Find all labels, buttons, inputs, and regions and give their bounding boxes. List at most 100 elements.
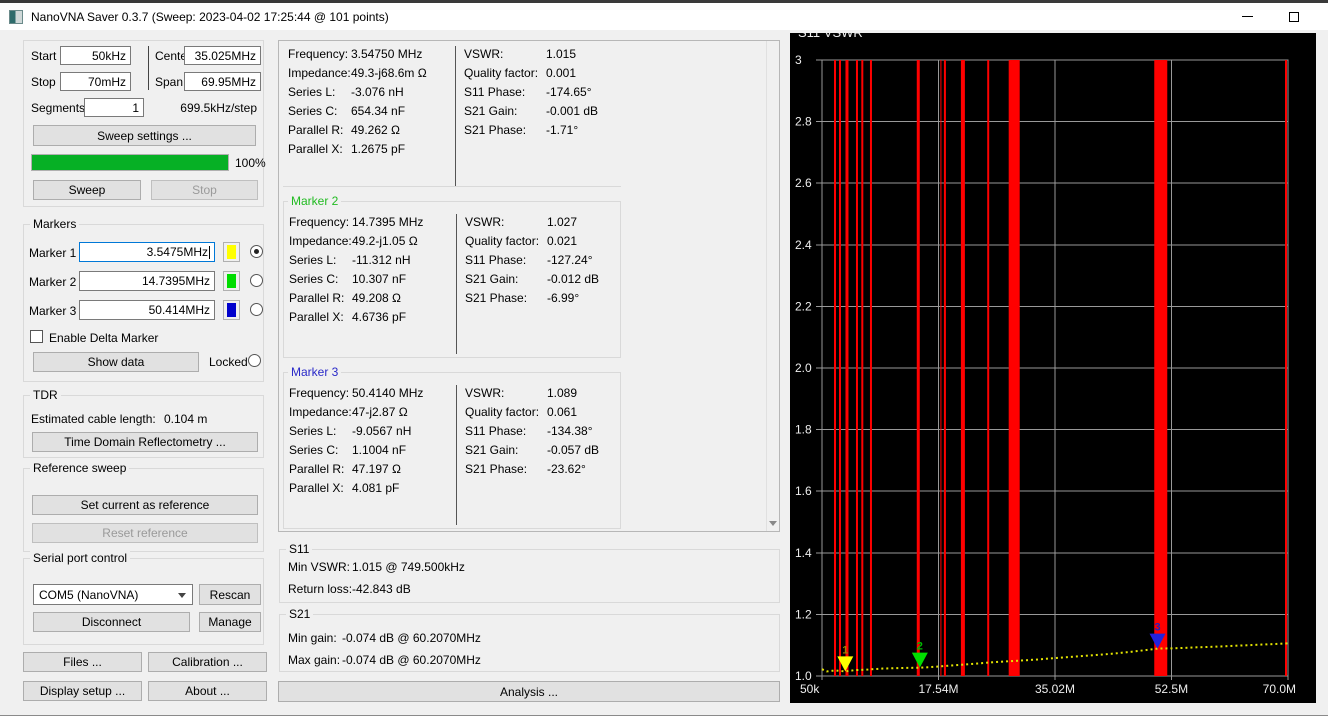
scrollbar-down-button[interactable]: [767, 515, 779, 531]
tdr-group-title: TDR: [30, 388, 61, 402]
y-tick-label: 3: [795, 53, 802, 67]
field-value: -9.0567 nH: [352, 424, 411, 438]
analysis-button[interactable]: Analysis ...: [278, 681, 780, 702]
reference-bar: [845, 60, 848, 676]
reference-bar: [834, 60, 836, 676]
min-vswr-value: 1.015 @ 749.500kHz: [352, 560, 465, 574]
marker-field-row: VSWR:1.015: [464, 46, 598, 65]
chart-marker-2[interactable]: [912, 653, 928, 668]
marker1-color-swatch[interactable]: [223, 242, 240, 262]
stop-value: 70mHz: [88, 75, 126, 89]
min-gain-value: -0.074 dB @ 60.2070MHz: [342, 631, 481, 645]
start-input[interactable]: 50kHz: [60, 46, 131, 65]
marker-field-row: Quality factor:0.021: [465, 233, 599, 252]
marker-field-row: Parallel R:49.262 Ω: [288, 122, 455, 141]
marker-field-row: Series C:1.1004 nF: [289, 442, 456, 461]
marker2-radio[interactable]: [250, 274, 263, 287]
x-tick-label: 52.5M: [1155, 682, 1188, 696]
locked-radio[interactable]: [248, 354, 261, 367]
markers-group-title: Markers: [30, 217, 79, 231]
s21-group-title: S21: [286, 607, 313, 621]
field-value: 0.001: [546, 66, 576, 80]
marker-field-row: Parallel R:49.208 Ω: [289, 290, 456, 309]
marker-field-row: Parallel X:4.081 pF: [289, 480, 456, 499]
tdr-button[interactable]: Time Domain Reflectometry ...: [32, 432, 258, 452]
marker3-input[interactable]: 50.414MHz: [79, 300, 215, 320]
s11-vswr-chart[interactable]: S11 VSWR32.82.62.42.22.01.81.61.41.21.05…: [790, 33, 1316, 703]
field-label: Parallel X:: [289, 480, 352, 496]
field-value: 49.3-j68.6m Ω: [351, 66, 427, 80]
disconnect-button[interactable]: Disconnect: [33, 612, 190, 632]
field-value: 1.2675 pF: [351, 142, 405, 156]
marker-detail-panel-2: Marker 2Frequency:14.7395 MHzImpedance:4…: [283, 201, 621, 358]
set-reference-button[interactable]: Set current as reference: [32, 495, 258, 515]
reset-reference-button[interactable]: Reset reference: [32, 523, 258, 543]
marker-field-row: Series L:-3.076 nH: [288, 84, 455, 103]
y-tick-label: 1.4: [795, 546, 812, 560]
marker1-value: 3.5475MHz: [147, 245, 208, 259]
chart-canvas[interactable]: S11 VSWR32.82.62.42.22.01.81.61.41.21.05…: [790, 33, 1316, 703]
min-gain-label: Min gain:: [288, 631, 337, 645]
marker-field-row: VSWR:1.027: [465, 214, 599, 233]
reference-bar: [940, 60, 941, 676]
serial-port-group: Serial port control COM5 (NanoVNA) Resca…: [23, 558, 264, 645]
enable-delta-marker-label: Enable Delta Marker: [49, 331, 158, 345]
marker-field-row: Series L:-9.0567 nH: [289, 423, 456, 442]
marker3-radio[interactable]: [250, 303, 263, 316]
marker-field-row: Frequency:50.4140 MHz: [289, 385, 456, 404]
s11-summary-group: S11 Min VSWR: 1.015 @ 749.500kHz Return …: [279, 549, 780, 603]
stop-label: Stop: [31, 75, 56, 89]
stop-button[interactable]: Stop: [151, 180, 258, 200]
marker2-input[interactable]: 14.7395MHz: [79, 271, 215, 291]
start-label: Start: [31, 49, 56, 63]
marker2-color-swatch[interactable]: [223, 271, 240, 291]
marker-detail-panel-3: Marker 3Frequency:50.4140 MHzImpedance:4…: [283, 372, 621, 529]
y-tick-label: 2.8: [795, 115, 812, 129]
show-data-button[interactable]: Show data: [33, 352, 199, 372]
field-label: VSWR:: [464, 46, 546, 62]
marker-field-row: S11 Phase:-134.38°: [465, 423, 599, 442]
field-value: 654.34 nF: [351, 104, 405, 118]
field-label: VSWR:: [465, 214, 547, 230]
field-value: -11.312 nH: [352, 253, 410, 267]
rescan-button[interactable]: Rescan: [199, 584, 261, 605]
marker3-value: 50.414MHz: [149, 303, 210, 317]
stop-input[interactable]: 70mHz: [60, 72, 131, 91]
marker1-radio[interactable]: [250, 245, 263, 258]
marker2-color: [227, 274, 236, 288]
field-value: 47.197 Ω: [352, 462, 401, 476]
marker-field-row: Series C:654.34 nF: [288, 103, 455, 122]
segments-input[interactable]: 1: [84, 98, 144, 117]
maximize-button[interactable]: [1271, 3, 1316, 30]
max-gain-label: Max gain:: [288, 653, 340, 667]
reference-bar: [856, 60, 858, 676]
about-button[interactable]: About ...: [148, 681, 267, 701]
files-button[interactable]: Files ...: [23, 652, 142, 672]
marker-field-row: S21 Phase:-6.99°: [465, 290, 599, 309]
sweep-settings-button[interactable]: Sweep settings ...: [33, 125, 256, 146]
marker1-input[interactable]: 3.5475MHz: [79, 242, 215, 262]
calibration-button[interactable]: Calibration ...: [148, 652, 267, 672]
y-tick-label: 2.2: [795, 299, 812, 313]
reference-bar: [839, 60, 841, 676]
center-input[interactable]: 35.025MHz: [184, 46, 261, 65]
span-input[interactable]: 69.95MHz: [184, 72, 261, 91]
field-label: Frequency:: [289, 214, 352, 230]
field-label: Impedance:: [289, 404, 352, 420]
minimize-button[interactable]: [1225, 3, 1270, 30]
titlebar: NanoVNA Saver 0.3.7 (Sweep: 2023-04-02 1…: [0, 3, 1328, 30]
enable-delta-marker-checkbox[interactable]: [30, 330, 43, 343]
marker3-color-swatch[interactable]: [223, 300, 240, 320]
sweep-button[interactable]: Sweep: [33, 180, 141, 200]
serial-port-select[interactable]: COM5 (NanoVNA): [33, 584, 193, 605]
segments-value: 1: [132, 101, 139, 115]
field-value: 49.262 Ω: [351, 123, 400, 137]
y-tick-label: 1.6: [795, 484, 812, 498]
segments-label: Segments: [31, 101, 85, 115]
marker3-color: [227, 303, 236, 317]
marker-field-row: Impedance:49.2-j1.05 Ω: [289, 233, 456, 252]
display-setup-button[interactable]: Display setup ...: [23, 681, 142, 701]
manage-button[interactable]: Manage: [199, 612, 261, 632]
vertical-scrollbar[interactable]: [766, 41, 779, 531]
x-tick-label: 50k: [800, 682, 820, 696]
